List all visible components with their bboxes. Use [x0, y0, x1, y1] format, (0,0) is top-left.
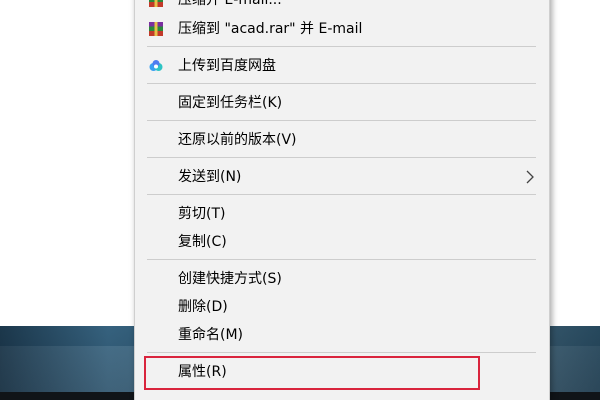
menu-item-label: 创建快捷方式(S) [178, 271, 282, 287]
menu-item-label: 固定到任务栏(K) [178, 95, 283, 111]
chevron-right-icon [526, 170, 534, 184]
winrar-icon [149, 0, 163, 7]
menu-separator [147, 259, 536, 260]
menu-item-copy[interactable]: 复制(C) [135, 230, 549, 254]
menu-item-label: 删除(D) [178, 299, 228, 315]
menu-separator [147, 352, 536, 353]
menu-item-label: 属性(R) [178, 364, 227, 380]
menu-item-label: 剪切(T) [178, 206, 226, 222]
menu-item-compress-email[interactable]: 压缩并 E-mail... [135, 0, 549, 12]
menu-separator [147, 120, 536, 121]
menu-item-properties[interactable]: 属性(R) [135, 360, 549, 384]
winrar-icon [149, 22, 163, 36]
menu-item-pin-taskbar[interactable]: 固定到任务栏(K) [135, 91, 549, 115]
menu-separator [147, 157, 536, 158]
menu-item-send-to[interactable]: 发送到(N) [135, 165, 549, 189]
menu-item-upload-baidu[interactable]: 上传到百度网盘 [135, 54, 549, 78]
menu-item-label: 发送到(N) [178, 169, 242, 185]
baidu-netdisk-icon [149, 60, 163, 71]
menu-item-delete[interactable]: 删除(D) [135, 295, 549, 319]
menu-item-rename[interactable]: 重命名(M) [135, 323, 549, 347]
menu-item-label: 压缩到 "acad.rar" 并 E-mail [178, 21, 363, 37]
menu-separator [147, 194, 536, 195]
menu-item-label: 还原以前的版本(V) [178, 132, 297, 148]
menu-item-label: 上传到百度网盘 [178, 58, 276, 74]
menu-item-compress-to-rar-email[interactable]: 压缩到 "acad.rar" 并 E-mail [135, 17, 549, 41]
menu-item-label: 重命名(M) [178, 327, 244, 343]
context-menu: 压缩并 E-mail... 压缩到 "acad.rar" 并 E-mail 上传… [134, 0, 550, 400]
menu-item-label: 压缩并 E-mail... [178, 0, 282, 8]
menu-item-cut[interactable]: 剪切(T) [135, 202, 549, 226]
menu-separator [147, 46, 536, 47]
menu-item-label: 复制(C) [178, 234, 227, 250]
menu-item-create-shortcut[interactable]: 创建快捷方式(S) [135, 267, 549, 291]
menu-separator [147, 83, 536, 84]
menu-item-restore-versions[interactable]: 还原以前的版本(V) [135, 128, 549, 152]
